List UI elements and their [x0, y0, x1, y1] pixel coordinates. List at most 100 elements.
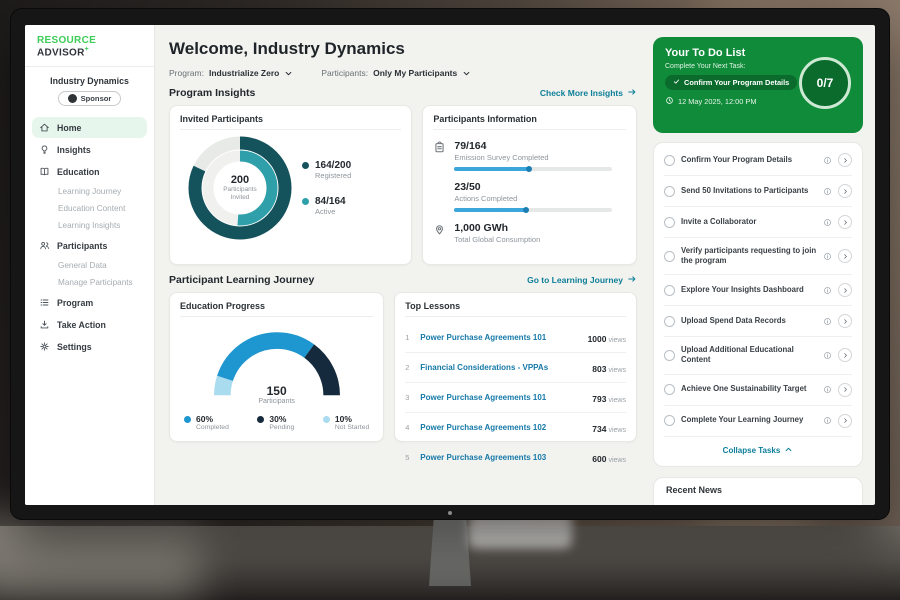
participants-information-card: Participants Information 79/164 Emission… — [422, 105, 637, 265]
task-label: Upload Spend Data Records — [681, 316, 817, 326]
link-label: Check More Insights — [540, 88, 623, 98]
task-row[interactable]: Upload Spend Data Records — [664, 306, 852, 337]
lesson-title-link[interactable]: Power Purchase Agreements 101 — [420, 393, 585, 402]
lesson-row[interactable]: 4 Power Purchase Agreements 102 734views — [405, 413, 626, 443]
chevron-right-icon[interactable] — [838, 153, 852, 167]
lesson-row[interactable]: 2 Financial Considerations - VPPAs 803vi… — [405, 353, 626, 383]
task-label: Complete Your Learning Journey — [681, 415, 817, 425]
lesson-views: 734 — [592, 424, 606, 434]
task-checkbox[interactable] — [664, 217, 675, 228]
task-checkbox[interactable] — [664, 251, 675, 262]
info-icon[interactable] — [823, 385, 832, 394]
next-task-pill[interactable]: Confirm Your Program Details — [665, 75, 797, 90]
legend-pct: 10% — [335, 414, 369, 424]
task-checkbox[interactable] — [664, 415, 675, 426]
task-row[interactable]: Achieve One Sustainability Target — [664, 375, 852, 406]
program-filter-dropdown[interactable]: Program: Industrialize Zero — [169, 68, 293, 78]
sponsor-label: Sponsor — [81, 94, 112, 103]
task-checkbox[interactable] — [664, 350, 675, 361]
task-row[interactable]: Complete Your Learning Journey — [664, 406, 852, 437]
sidebar-item-label: Settings — [57, 342, 92, 352]
info-icon[interactable] — [823, 317, 832, 326]
lesson-row[interactable]: 3 Power Purchase Agreements 101 793views — [405, 383, 626, 413]
check-more-insights-link[interactable]: Check More Insights — [540, 87, 637, 99]
sidebar-item-learning-insights[interactable]: Learning Insights — [25, 217, 154, 234]
sidebar-item-participants[interactable]: Participants — [32, 235, 147, 256]
lesson-title-link[interactable]: Power Purchase Agreements 103 — [420, 453, 585, 462]
chevron-right-icon[interactable] — [838, 348, 852, 362]
info-icon[interactable] — [823, 156, 832, 165]
sidebar-item-learning-journey[interactable]: Learning Journey — [25, 183, 154, 200]
task-row[interactable]: Upload Additional Educational Content — [664, 337, 852, 374]
card-title: Invited Participants — [180, 114, 401, 130]
task-label: Explore Your Insights Dashboard — [681, 285, 817, 295]
info-icon[interactable] — [823, 416, 832, 425]
info-icon[interactable] — [823, 351, 832, 360]
lesson-rank: 1 — [405, 333, 413, 342]
sidebar-item-insights[interactable]: Insights — [32, 139, 147, 160]
task-checkbox[interactable] — [664, 186, 675, 197]
main-content: Welcome, Industry Dynamics Program: Indu… — [155, 25, 649, 505]
task-checkbox[interactable] — [664, 316, 675, 327]
legend-dot-completed — [184, 416, 191, 423]
task-label: Upload Additional Educational Content — [681, 345, 817, 365]
sidebar-item-general-data[interactable]: General Data — [25, 257, 154, 274]
sidebar-item-label: Home — [57, 123, 81, 133]
chevron-right-icon[interactable] — [838, 249, 852, 263]
lesson-views: 793 — [592, 394, 606, 404]
sponsor-badge[interactable]: Sponsor — [58, 91, 122, 106]
lesson-title-link[interactable]: Power Purchase Agreements 101 — [420, 333, 580, 342]
chevron-down-icon — [284, 69, 293, 78]
program-filter-value: Industrialize Zero — [209, 68, 279, 78]
lesson-rank: 4 — [405, 423, 413, 432]
sidebar-item-manage-participants[interactable]: Manage Participants — [25, 274, 154, 291]
chevron-right-icon[interactable] — [838, 414, 852, 428]
program-insights-cards: Invited Participants 200 Partic — [169, 105, 637, 265]
task-checkbox[interactable] — [664, 285, 675, 296]
lesson-title-link[interactable]: Power Purchase Agreements 102 — [420, 423, 585, 432]
task-row[interactable]: Send 50 Invitations to Participants — [664, 176, 852, 207]
next-task-label: Confirm Your Program Details — [684, 78, 789, 87]
task-row[interactable]: Verify participants requesting to join t… — [664, 238, 852, 275]
education-progress-card: Education Progress 150 Participants — [169, 292, 384, 442]
info-icon[interactable] — [823, 252, 832, 261]
chevron-right-icon[interactable] — [838, 383, 852, 397]
sidebar-item-label: Program — [57, 298, 93, 308]
lesson-title-link[interactable]: Financial Considerations - VPPAs — [420, 363, 585, 372]
info-icon[interactable] — [823, 286, 832, 295]
info-icon[interactable] — [823, 218, 832, 227]
task-row[interactable]: Confirm Your Program Details — [664, 145, 852, 176]
sidebar-item-education-content[interactable]: Education Content — [25, 200, 154, 217]
sidebar-item-settings[interactable]: Settings — [32, 336, 147, 357]
sidebar-item-education[interactable]: Education — [32, 161, 147, 182]
go-to-learning-journey-link[interactable]: Go to Learning Journey — [527, 274, 637, 286]
sidebar-item-label: Participants — [57, 241, 107, 251]
info-icon[interactable] — [823, 187, 832, 196]
sidebar-item-home[interactable]: Home — [32, 117, 147, 138]
sidebar-item-program[interactable]: Program — [32, 292, 147, 313]
chevron-right-icon[interactable] — [838, 314, 852, 328]
program-insights-section-head: Program Insights Check More Insights — [169, 87, 637, 99]
task-checkbox[interactable] — [664, 384, 675, 395]
participants-filter-dropdown[interactable]: Participants: Only My Participants — [321, 68, 471, 78]
task-row[interactable]: Invite a Collaborator — [664, 207, 852, 238]
todo-progress-ring: 0/7 — [799, 57, 851, 109]
lesson-row[interactable]: 1 Power Purchase Agreements 101 1000view… — [405, 323, 626, 353]
arrow-right-icon — [627, 274, 637, 286]
monitor-logo-dot — [448, 511, 452, 515]
lesson-row[interactable]: 5 Power Purchase Agreements 103 600views — [405, 443, 626, 472]
recent-news-card: Recent News — [653, 477, 863, 505]
collapse-tasks-link[interactable]: Collapse Tasks — [664, 437, 852, 464]
sidebar-item-take-action[interactable]: Take Action — [32, 314, 147, 335]
legend-pct: 30% — [269, 414, 294, 424]
chevron-right-icon[interactable] — [838, 215, 852, 229]
home-icon — [39, 122, 50, 133]
legend-dot-registered — [302, 162, 309, 169]
chevron-right-icon[interactable] — [838, 184, 852, 198]
program-icon — [39, 297, 50, 308]
task-row[interactable]: Explore Your Insights Dashboard — [664, 275, 852, 306]
insights-icon — [39, 144, 50, 155]
chevron-right-icon[interactable] — [838, 283, 852, 297]
info-label: Total Global Consumption — [454, 235, 540, 244]
task-checkbox[interactable] — [664, 155, 675, 166]
